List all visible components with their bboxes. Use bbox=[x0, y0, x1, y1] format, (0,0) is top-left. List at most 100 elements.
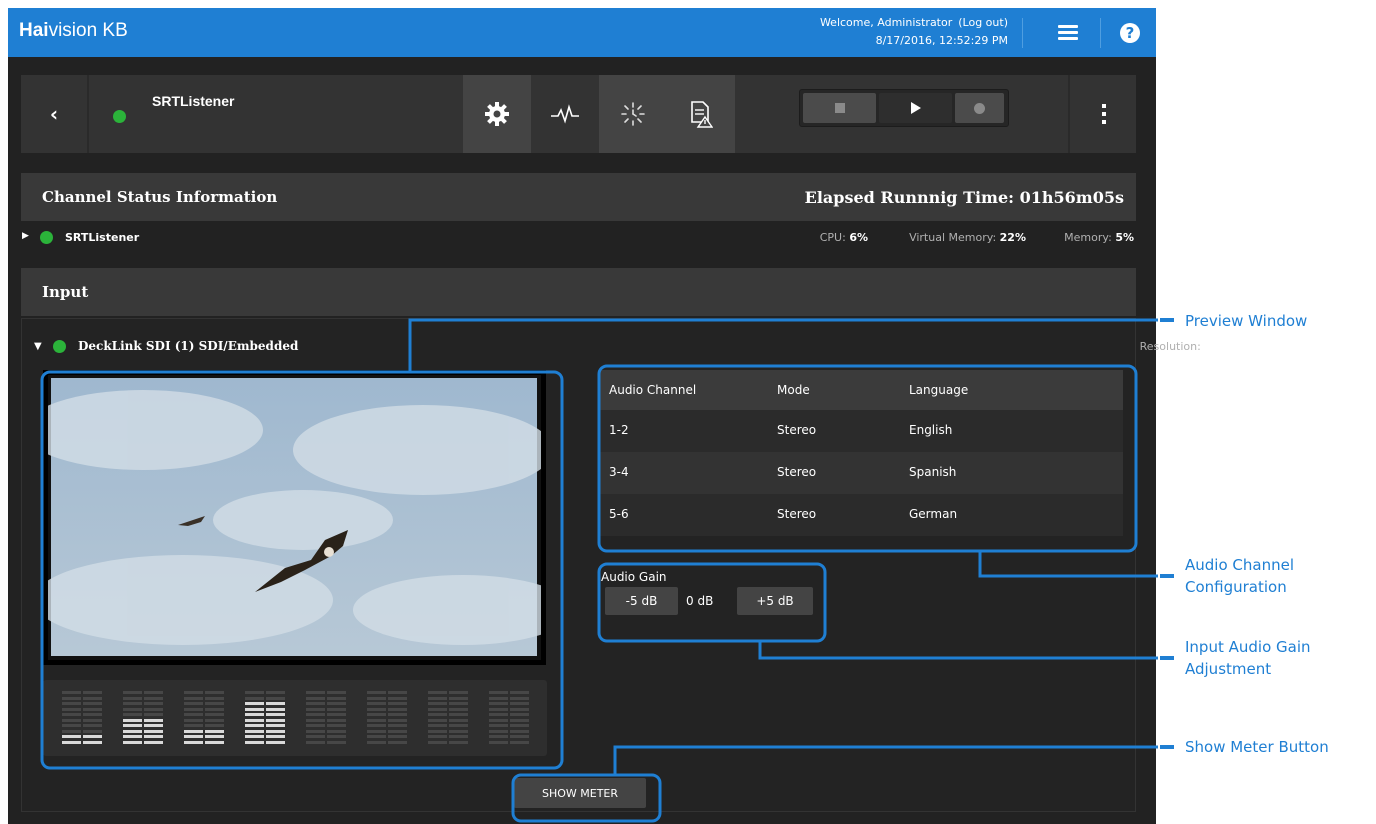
gain-decrease-button[interactable]: -5 dB bbox=[605, 587, 678, 615]
video-preview bbox=[43, 370, 546, 665]
gear-icon bbox=[485, 102, 509, 126]
meter-segment bbox=[489, 691, 508, 694]
meter-segment bbox=[510, 724, 529, 727]
meter-segment bbox=[62, 702, 81, 705]
meter-segment bbox=[205, 735, 224, 738]
meter-segment bbox=[144, 713, 163, 716]
meter-segment bbox=[62, 707, 81, 711]
expand-arrow-icon[interactable]: ▶ bbox=[22, 231, 29, 241]
channel-header: ‹ SRTListener bbox=[21, 75, 1136, 153]
meter-segment bbox=[510, 713, 529, 716]
meter-segment bbox=[449, 702, 468, 705]
meter-segment bbox=[205, 724, 224, 727]
column-header: Mode bbox=[777, 383, 810, 397]
back-button[interactable]: ‹ bbox=[21, 75, 89, 153]
meter-segment bbox=[510, 691, 529, 694]
meter-segment bbox=[306, 735, 325, 738]
meter-segment bbox=[327, 696, 346, 700]
play-button[interactable] bbox=[879, 93, 952, 123]
meter-segment bbox=[306, 691, 325, 694]
meter-segment bbox=[245, 707, 264, 711]
meter-segment bbox=[327, 707, 346, 711]
meter-segment bbox=[327, 713, 346, 716]
meter-segment bbox=[266, 696, 285, 700]
meter-bar bbox=[449, 690, 468, 746]
meter-segment bbox=[388, 724, 407, 727]
meter-segment bbox=[367, 696, 386, 700]
meter-bar bbox=[327, 690, 346, 746]
table-row: 3-4 Stereo Spanish bbox=[600, 452, 1123, 494]
input-device-name: DeckLink SDI (1) SDI/Embedded bbox=[78, 339, 299, 353]
meter-segment bbox=[388, 696, 407, 700]
meter-segment bbox=[245, 696, 264, 700]
meter-segment bbox=[489, 740, 508, 744]
meter-segment bbox=[245, 735, 264, 738]
meter-segment bbox=[428, 740, 447, 744]
meter-segment bbox=[388, 729, 407, 733]
meter-segment bbox=[510, 735, 529, 738]
table-cell: Spanish bbox=[909, 465, 957, 479]
meter-segment bbox=[510, 729, 529, 733]
help-icon[interactable]: ? bbox=[1108, 8, 1152, 57]
memory-stat: Memory: 5% bbox=[1064, 231, 1134, 244]
meter-segment bbox=[428, 707, 447, 711]
meter-segment bbox=[184, 702, 203, 705]
meter-segment bbox=[205, 740, 224, 744]
play-icon bbox=[910, 102, 921, 114]
meter-segment bbox=[83, 707, 102, 711]
meter-bar bbox=[123, 690, 142, 746]
gain-value: 0 dB bbox=[686, 594, 714, 608]
meter-segment bbox=[388, 713, 407, 716]
meter-channel-pair bbox=[184, 690, 224, 746]
schedule-icon bbox=[621, 102, 645, 126]
meter-segment bbox=[428, 691, 447, 694]
meter-bar bbox=[144, 690, 163, 746]
tab-statistics[interactable] bbox=[531, 75, 599, 153]
meter-segment bbox=[367, 724, 386, 727]
meter-segment bbox=[388, 718, 407, 722]
meter-segment bbox=[489, 713, 508, 716]
channel-name: SRTListener bbox=[152, 93, 235, 109]
section-title: Channel Status Information bbox=[42, 188, 278, 206]
meter-segment bbox=[144, 707, 163, 711]
gain-increase-button[interactable]: +5 dB bbox=[737, 587, 813, 615]
logout-link[interactable]: (Log out) bbox=[958, 16, 1008, 29]
report-warning-icon bbox=[691, 101, 713, 128]
meter-segment bbox=[449, 735, 468, 738]
meter-segment bbox=[510, 702, 529, 705]
collapse-arrow-icon[interactable]: ▼ bbox=[34, 341, 42, 352]
meter-segment bbox=[327, 691, 346, 694]
meter-segment bbox=[367, 735, 386, 738]
meter-segment bbox=[144, 702, 163, 705]
meter-segment bbox=[489, 724, 508, 727]
meter-segment bbox=[367, 707, 386, 711]
show-meter-button[interactable]: SHOW METER bbox=[514, 778, 646, 808]
meter-segment bbox=[144, 724, 163, 727]
more-vertical-icon[interactable] bbox=[1068, 75, 1138, 153]
meter-segment bbox=[367, 718, 386, 722]
hamburger-icon[interactable] bbox=[1046, 8, 1090, 57]
meter-segment bbox=[144, 691, 163, 694]
meter-segment bbox=[245, 702, 264, 705]
meter-segment bbox=[306, 696, 325, 700]
record-button[interactable] bbox=[955, 93, 1004, 123]
status-indicator-icon bbox=[40, 231, 53, 244]
stream-status-row[interactable]: ▶ SRTListener CPU: 6% Virtual Memory: 22… bbox=[20, 228, 1136, 248]
tab-schedule[interactable] bbox=[599, 75, 667, 153]
meter-segment bbox=[184, 729, 203, 733]
meter-segment bbox=[266, 702, 285, 705]
meter-segment bbox=[144, 729, 163, 733]
meter-segment bbox=[62, 724, 81, 727]
meter-segment bbox=[367, 691, 386, 694]
meter-segment bbox=[449, 707, 468, 711]
brand-logo[interactable]: Haivision KB bbox=[19, 20, 128, 42]
meter-bar bbox=[266, 690, 285, 746]
meter-segment bbox=[367, 729, 386, 733]
meter-segment bbox=[428, 724, 447, 727]
meter-segment bbox=[266, 718, 285, 722]
stop-button[interactable] bbox=[803, 93, 876, 123]
tab-settings[interactable] bbox=[463, 75, 531, 153]
meter-bar bbox=[489, 690, 508, 746]
meter-segment bbox=[510, 696, 529, 700]
tab-logs[interactable] bbox=[667, 75, 735, 153]
